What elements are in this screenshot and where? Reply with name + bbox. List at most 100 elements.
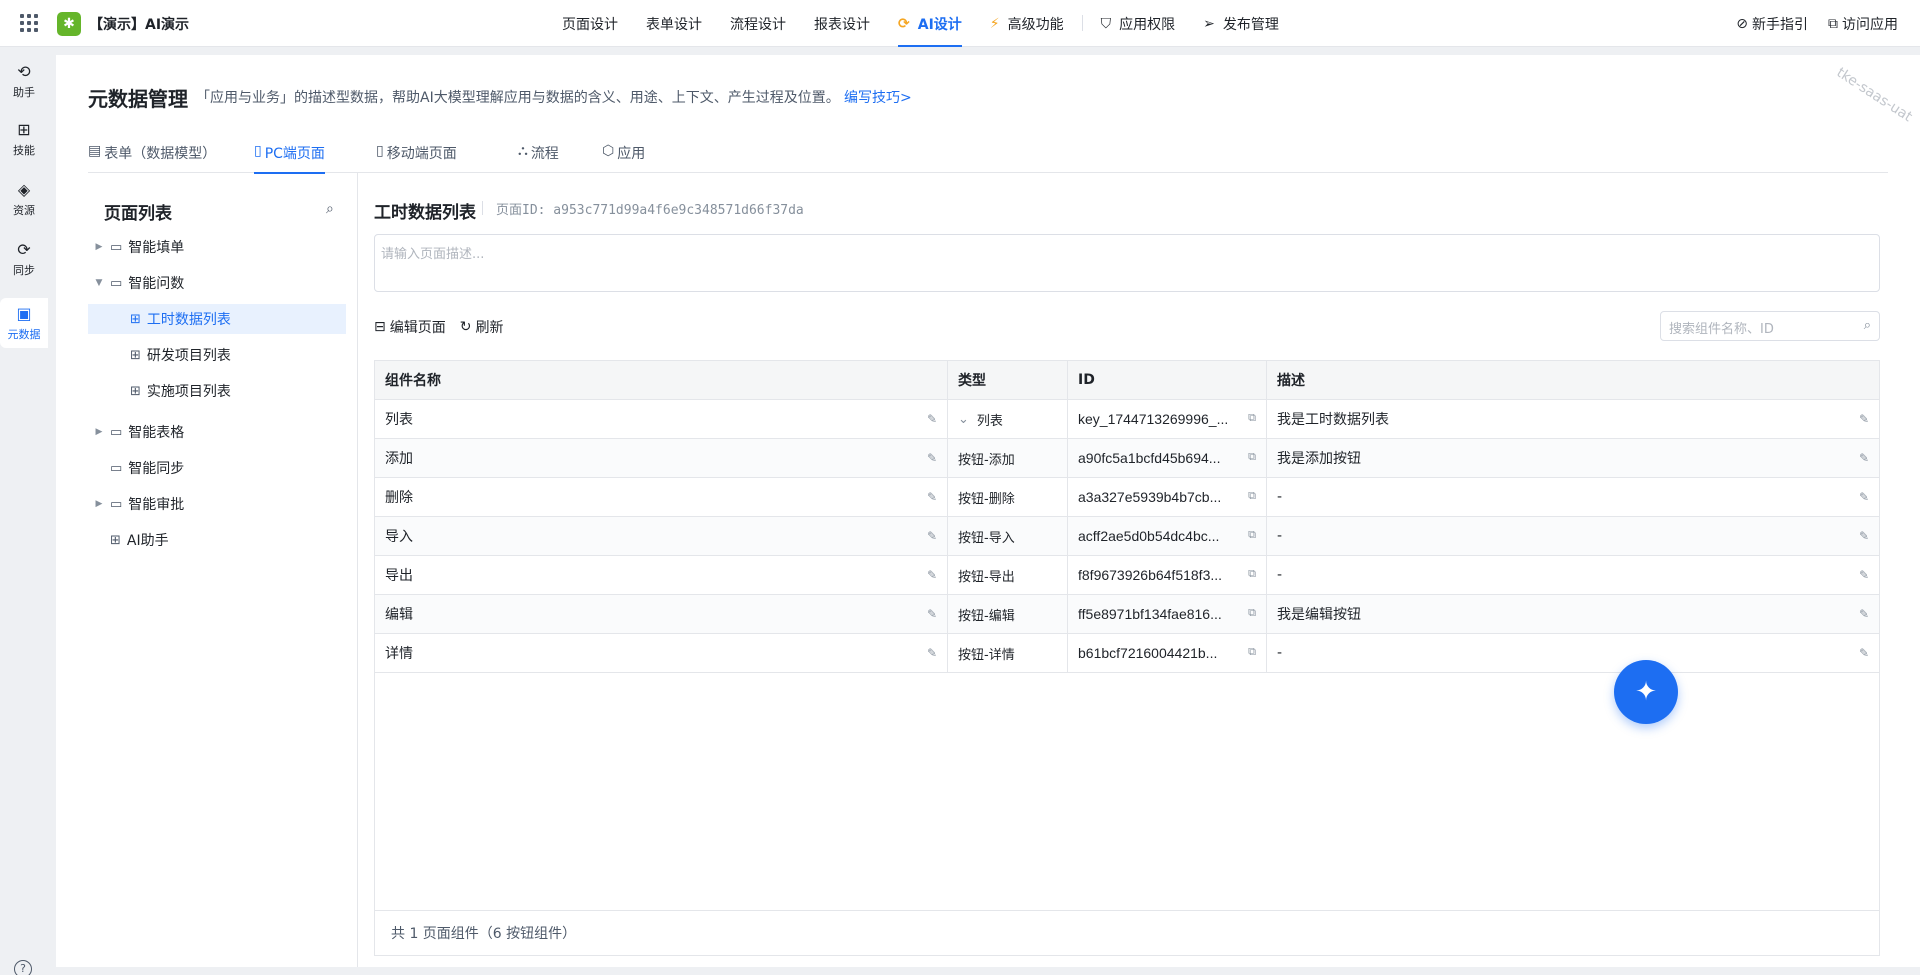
nav-divider: [1081, 15, 1083, 31]
table-footer: 共 1 页面组件（6 按钮组件）: [375, 910, 1879, 955]
apps-grid-icon[interactable]: [20, 14, 38, 32]
cell-type: 按钮-删除: [948, 478, 1068, 516]
tree-folder[interactable]: ▭ 智能同步: [88, 453, 346, 483]
search-icon[interactable]: ⌕: [326, 201, 334, 217]
cell-type: 按钮-编辑: [948, 595, 1068, 633]
ai-assistant-fab[interactable]: ✦: [1614, 660, 1678, 724]
tab-app[interactable]: ⬡ 应用: [602, 143, 645, 173]
tab-flow[interactable]: ⛬ 流程: [518, 143, 559, 173]
help-icon[interactable]: ?: [14, 960, 32, 975]
tab-label: 流程: [530, 146, 559, 162]
chevron-down-icon[interactable]: ⌄: [958, 412, 969, 427]
nav-advanced[interactable]: ⚡ 高级功能: [976, 0, 1078, 47]
rail-item-resources[interactable]: ◈ 资源: [0, 174, 48, 224]
tree-page-selected[interactable]: ⊞ 工时数据列表: [88, 304, 346, 334]
cell-text: b61bcf7216004421b...: [1078, 645, 1218, 661]
cell-id: a3a327e5939b4b7cb... ⧉: [1068, 478, 1267, 516]
copy-icon[interactable]: ⧉: [1248, 529, 1256, 542]
nav-publish[interactable]: ➢ 发布管理: [1189, 0, 1293, 47]
tab-form[interactable]: ▤ 表单（数据模型）: [88, 143, 216, 173]
copy-icon[interactable]: ⧉: [1248, 646, 1256, 659]
nav-form-design[interactable]: 表单设计: [632, 0, 716, 47]
nav-label: 高级功能: [1007, 16, 1064, 33]
cell-desc: - ✎: [1267, 634, 1879, 672]
caret-right-icon[interactable]: ▶: [92, 427, 106, 437]
cell-text: 我是工时数据列表: [1277, 412, 1389, 428]
edit-icon[interactable]: ✎: [1859, 412, 1869, 426]
table-row[interactable]: 编辑 ✎ 按钮-编辑 ff5e8971bf134fae816... ⧉ 我是编辑按钮…: [375, 595, 1879, 634]
component-search-input[interactable]: 搜索组件名称、ID ⌕: [1660, 311, 1880, 341]
tree-folder[interactable]: ▶ ▭ 智能填单: [88, 232, 346, 262]
table-row[interactable]: 添加 ✎ 按钮-添加 a90fc5a1bcfd45b694... ⧉ 我是添加按钮 ✎: [375, 439, 1879, 478]
cell-text: 编辑: [385, 607, 413, 623]
nav-flow-design[interactable]: 流程设计: [716, 0, 800, 47]
visit-app-link[interactable]: ⧉ 访问应用: [1828, 14, 1898, 34]
cell-id: f8f9673926b64f518f3... ⧉: [1068, 556, 1267, 594]
edit-icon[interactable]: ✎: [927, 490, 937, 504]
cell-text: 按钮-导出: [958, 569, 1015, 585]
tab-pc-page[interactable]: ▯ PC端页面: [254, 143, 325, 174]
caret-down-icon[interactable]: ▼: [92, 278, 106, 288]
component-toolbar: ⊟ 编辑页面 ↻ 刷新: [374, 317, 503, 337]
cell-id: key_1744713269996_... ⧉: [1068, 400, 1267, 438]
edit-icon[interactable]: ✎: [1859, 607, 1869, 621]
tab-mobile-page[interactable]: ▯ 移动端页面: [376, 143, 457, 173]
cell-text: 列表: [976, 413, 1003, 429]
folder-icon: ▭: [110, 460, 123, 476]
cell-text: a90fc5a1bcfd45b694...: [1078, 450, 1221, 466]
writing-tips-link[interactable]: 编写技巧>: [844, 87, 912, 107]
tree-label: 研发项目列表: [146, 348, 231, 364]
table-row[interactable]: 导出 ✎ 按钮-导出 f8f9673926b64f518f3... ⧉ - ✎: [375, 556, 1879, 595]
tree-page[interactable]: ⊞ AI助手: [88, 525, 346, 555]
edit-page-button[interactable]: ⊟ 编辑页面: [374, 317, 446, 337]
page-description-input[interactable]: 请输入页面描述...: [374, 234, 1880, 292]
nav-label: 应用权限: [1119, 16, 1176, 33]
refresh-label: 刷新: [475, 320, 504, 336]
tree-folder[interactable]: ▶ ▭ 智能表格: [88, 417, 346, 447]
nav-report-design[interactable]: 报表设计: [800, 0, 884, 47]
cell-desc: - ✎: [1267, 478, 1879, 516]
page-grid-icon: ⊞: [130, 383, 141, 399]
edit-page-icon: ⊟: [374, 319, 386, 335]
rail-item-skills[interactable]: ⊞ 技能: [0, 114, 48, 164]
rail-item-sync[interactable]: ⟳ 同步: [0, 234, 48, 284]
edit-icon[interactable]: ✎: [1859, 529, 1869, 543]
tree-folder[interactable]: ▶ ▭ 智能审批: [88, 489, 346, 519]
cell-text: 导入: [385, 529, 413, 545]
nav-app-permission[interactable]: ⛉ 应用权限: [1087, 0, 1190, 47]
edit-icon[interactable]: ✎: [927, 646, 937, 660]
edit-icon[interactable]: ✎: [1859, 490, 1869, 504]
edit-icon[interactable]: ✎: [927, 568, 937, 582]
edit-icon[interactable]: ✎: [927, 529, 937, 543]
edit-icon[interactable]: ✎: [927, 607, 937, 621]
caret-right-icon[interactable]: ▶: [92, 499, 106, 509]
caret-right-icon[interactable]: ▶: [92, 242, 106, 252]
table-row[interactable]: 删除 ✎ 按钮-删除 a3a327e5939b4b7cb... ⧉ - ✎: [375, 478, 1879, 517]
edit-icon[interactable]: ✎: [927, 451, 937, 465]
nav-page-design[interactable]: 页面设计: [548, 0, 632, 47]
copy-icon[interactable]: ⧉: [1248, 490, 1256, 503]
rail-item-metadata[interactable]: ▣ 元数据: [0, 298, 48, 348]
metadata-icon: ▣: [16, 303, 32, 323]
nav-label: 表单设计: [646, 16, 702, 33]
edit-icon[interactable]: ✎: [1859, 451, 1869, 465]
nav-ai-design[interactable]: ⟳ AI设计: [884, 0, 976, 47]
table-row[interactable]: 列表 ✎ ⌄ 列表 key_1744713269996_... ⧉ 我是工时数据列表 ✎: [375, 400, 1879, 439]
rail-label: 元数据: [7, 327, 41, 341]
copy-icon[interactable]: ⧉: [1248, 568, 1256, 581]
edit-icon[interactable]: ✎: [1859, 646, 1869, 660]
copy-icon[interactable]: ⧉: [1248, 412, 1256, 425]
table-row[interactable]: 导入 ✎ 按钮-导入 acff2ae5d0b54dc4bc... ⧉ - ✎: [375, 517, 1879, 556]
refresh-button[interactable]: ↻ 刷新: [460, 317, 504, 337]
tree-folder[interactable]: ▼ ▭ 智能问数: [88, 268, 346, 298]
rail-item-assistant[interactable]: ⟲ 助手: [0, 56, 48, 106]
tree-page[interactable]: ⊞ 实施项目列表: [88, 376, 346, 406]
guide-link[interactable]: ⊘ 新手指引: [1736, 14, 1808, 34]
copy-icon[interactable]: ⧉: [1248, 607, 1256, 620]
cell-name: 列表 ✎: [375, 400, 948, 438]
tree-page[interactable]: ⊞ 研发项目列表: [88, 340, 346, 370]
copy-icon[interactable]: ⧉: [1248, 451, 1256, 464]
table-header: 组件名称 类型 ID 描述: [375, 361, 1879, 400]
edit-icon[interactable]: ✎: [927, 412, 937, 426]
edit-icon[interactable]: ✎: [1859, 568, 1869, 582]
